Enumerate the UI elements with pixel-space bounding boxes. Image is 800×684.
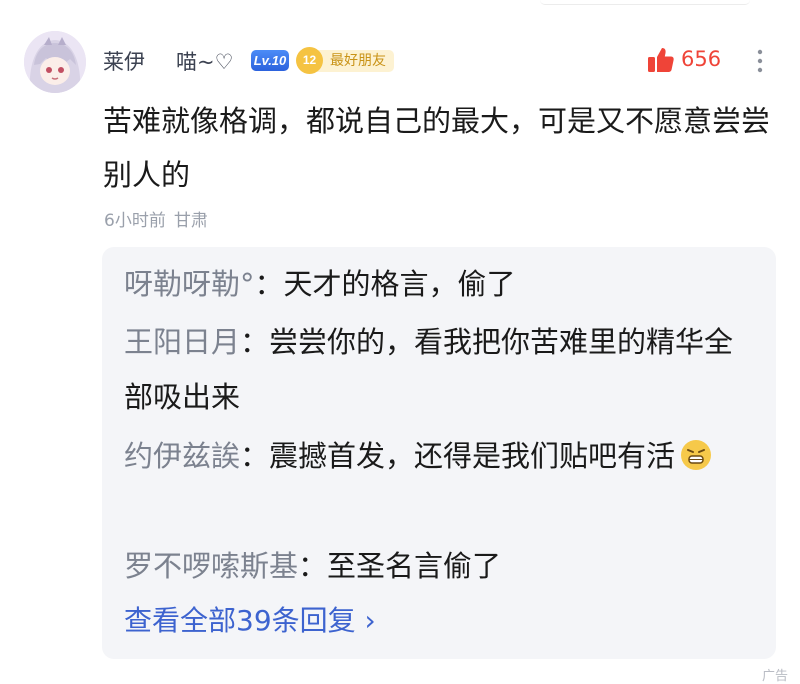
comment-location: 甘肃	[173, 211, 208, 231]
nickname: 喵~♡	[176, 50, 234, 74]
reply-item[interactable]: 罗不啰嗦斯基：至圣名言偷了	[124, 539, 754, 594]
best-friend-badge-icon: 12	[296, 47, 323, 74]
reply-separator: ：	[254, 267, 284, 301]
reply-text: 天才的格言，偷了	[283, 267, 516, 301]
username[interactable]: 莱伊	[103, 46, 145, 76]
reply-separator: ：	[240, 439, 270, 473]
ad-label: 广告	[761, 669, 788, 684]
reply-author[interactable]: 王阳日月	[124, 325, 240, 359]
level-badge: Lv.10	[251, 50, 289, 71]
reply-author[interactable]: 约伊兹誒	[124, 439, 240, 473]
reply-item[interactable]: 约伊兹誒：震撼首发，还得是我们贴吧有活	[124, 429, 754, 484]
top-edge-divider	[540, 0, 750, 5]
best-friend-badge-label: 最好朋友	[317, 50, 394, 72]
view-all-replies-link[interactable]: 查看全部39条回复 ›	[124, 599, 376, 639]
reply-item[interactable]: 王阳日月：尝尝你的，看我把你苦难里的精华全部吸出来	[124, 315, 754, 425]
reply-text: 震撼首发，还得是我们贴吧有活	[269, 439, 676, 473]
more-vertical-icon[interactable]	[752, 46, 768, 76]
grinning-emoji-icon	[681, 440, 712, 470]
reply-list: 呀勒呀勒°：天才的格言，偷了 王阳日月：尝尝你的，看我把你苦难里的精华全部吸出来…	[102, 247, 776, 659]
thumbs-up-icon[interactable]	[646, 45, 676, 75]
avatar[interactable]	[24, 31, 86, 93]
reply-author[interactable]: 罗不啰嗦斯基	[124, 549, 298, 583]
reply-item[interactable]: 呀勒呀勒°：天才的格言，偷了	[124, 257, 754, 312]
reply-author[interactable]: 呀勒呀勒°	[124, 267, 255, 301]
reply-separator: ：	[240, 325, 270, 359]
comment-meta: 6小时前 甘肃	[104, 206, 208, 231]
reply-separator: ：	[298, 549, 328, 583]
reply-text: 至圣名言偷了	[327, 549, 502, 583]
comment-time: 6小时前	[104, 211, 166, 231]
comment-text: 苦难就像格调，都说自己的最大，可是又不愿意尝尝别人的	[103, 104, 771, 192]
like-count: 656	[681, 47, 722, 71]
